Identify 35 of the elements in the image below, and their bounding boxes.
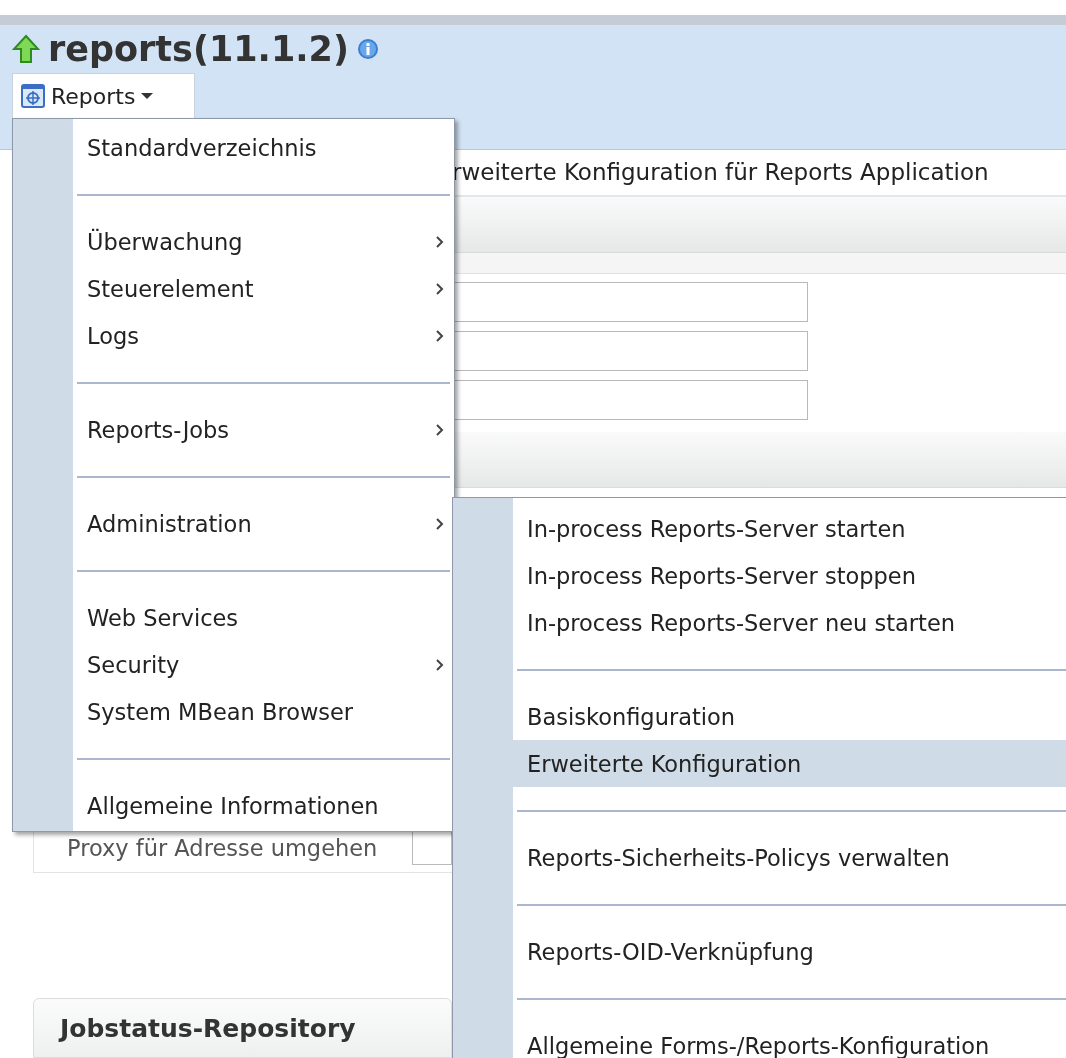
input-field[interactable] <box>452 282 808 322</box>
menu-item[interactable]: Reports-Jobs <box>13 406 454 453</box>
up-arrow-icon <box>12 34 40 64</box>
menu-item[interactable]: Allgemeine Informationen <box>13 782 454 829</box>
chevron-right-icon <box>436 517 444 530</box>
info-icon[interactable] <box>356 38 379 60</box>
menu-item[interactable]: Web Services <box>13 594 454 641</box>
menu-item[interactable]: Steuerelement <box>13 265 454 312</box>
menu-item[interactable]: In-process Reports-Server stoppen <box>453 552 1066 599</box>
input-field[interactable] <box>452 380 808 420</box>
page-title: reports(11.1.2) <box>48 29 349 69</box>
field-label: Proxy für Adresse umgehen <box>66 835 379 861</box>
reports-menu-button[interactable]: Reports <box>12 73 195 118</box>
menu-item[interactable]: Basiskonfiguration <box>453 693 1066 740</box>
menu-item[interactable]: Allgemeine Forms-/Reports-Konfiguration <box>453 1022 1066 1058</box>
chevron-right-icon <box>436 329 444 342</box>
menu-item[interactable]: In-process Reports-Server neu starten <box>453 599 1066 646</box>
target-icon <box>21 84 45 108</box>
menu-item[interactable]: System MBean Browser <box>13 688 454 735</box>
menu-item[interactable]: In-process Reports-Server starten <box>453 505 1066 552</box>
chevron-right-icon <box>436 282 444 295</box>
section-title: Jobstatus-Repository <box>60 1013 356 1043</box>
input-field[interactable] <box>412 831 452 865</box>
input-field[interactable] <box>452 331 808 371</box>
menu-item[interactable]: Standardverzeichnis <box>13 124 454 171</box>
menu-item[interactable]: Logs <box>13 312 454 359</box>
menu-item[interactable]: Security <box>13 641 454 688</box>
menu-item[interactable]: Reports-Sicherheits-Policys verwalten <box>453 834 1066 881</box>
chevron-right-icon <box>436 235 444 248</box>
chevron-right-icon <box>436 658 444 671</box>
menu-item[interactable]: Reports-OID-Verknüpfung <box>453 928 1066 975</box>
menu-item[interactable]: Administration <box>13 500 454 547</box>
caret-icon <box>141 92 154 100</box>
menu-item[interactable]: Überwachung <box>13 218 454 265</box>
chevron-right-icon <box>436 423 444 436</box>
